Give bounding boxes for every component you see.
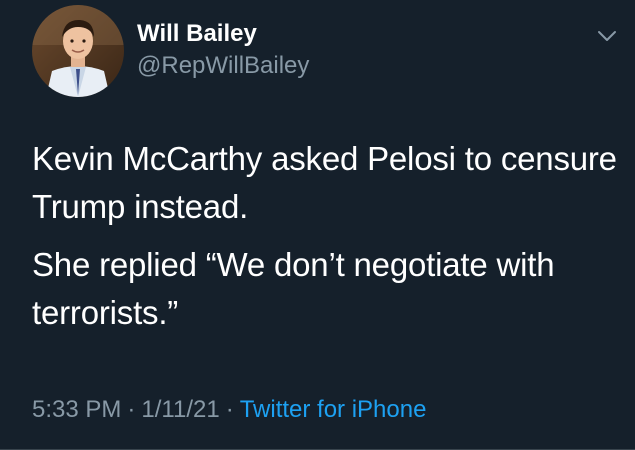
tweet-source-link[interactable]: Twitter for iPhone: [240, 396, 427, 423]
separator: ·: [225, 396, 234, 423]
tweet-text: Kevin McCarthy asked Pelosi to censure T…: [32, 135, 622, 347]
tweet-card: Will Bailey @RepWillBailey Kevin McCarth…: [0, 0, 635, 450]
author-info[interactable]: Will Bailey @RepWillBailey: [137, 20, 309, 80]
display-name[interactable]: Will Bailey: [137, 20, 309, 48]
separator: ·: [127, 396, 136, 423]
avatar[interactable]: [32, 5, 124, 97]
tweet-meta: 5:33 PM · 1/11/21 · Twitter for iPhone: [32, 395, 426, 425]
tweet-paragraph: Kevin McCarthy asked Pelosi to censure T…: [32, 140, 617, 225]
tweet-time[interactable]: 5:33 PM: [32, 396, 121, 423]
username-handle[interactable]: @RepWillBailey: [137, 52, 309, 80]
avatar-photo: [32, 5, 124, 97]
chevron-down-icon[interactable]: [595, 24, 619, 48]
tweet-paragraph: She replied “We don’t negotiate with ter…: [32, 246, 555, 331]
tweet-date[interactable]: 1/11/21: [141, 396, 219, 423]
